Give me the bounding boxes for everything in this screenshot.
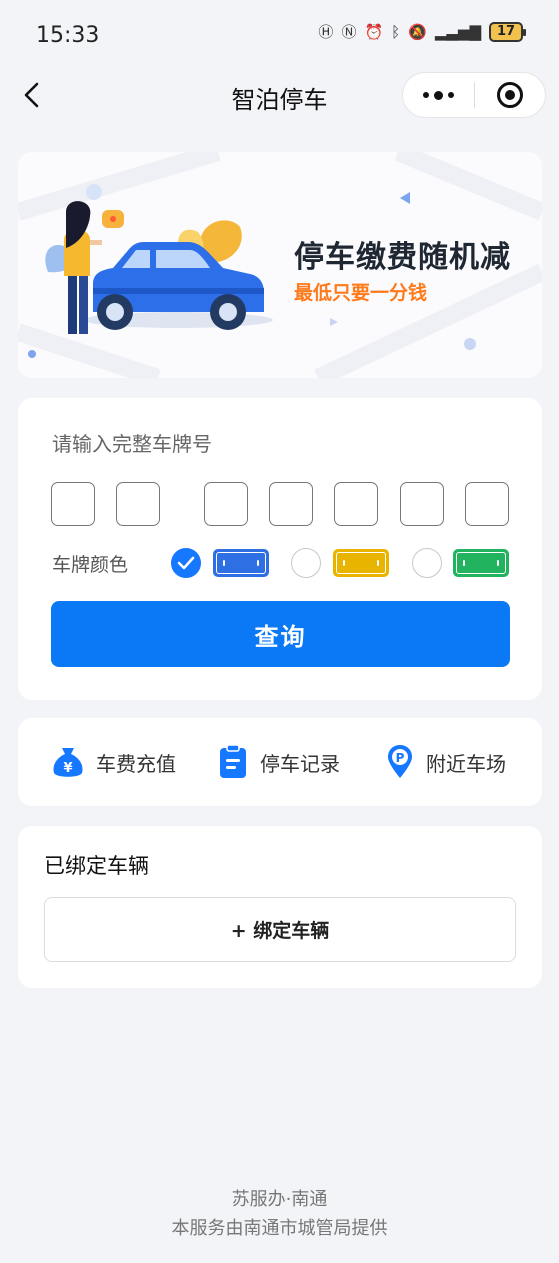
mini-program-capsule — [402, 72, 546, 118]
nav-bar: 智泊停车 — [0, 70, 559, 120]
plate-char-input-3[interactable] — [204, 482, 248, 526]
plate-prompt: 请输入完整车牌号 — [52, 432, 212, 456]
banner-subtitle: 最低只要一分钱 — [294, 282, 428, 304]
bind-vehicle-button[interactable]: + 绑定车辆 — [44, 897, 516, 962]
status-icons: Ⓗ Ⓝ ⏰ ᛒ 🔕 ▂▃▅▇ 17 — [318, 22, 526, 42]
plate-color-radio-yellow[interactable] — [291, 548, 321, 578]
plate-color-radio-green[interactable] — [412, 548, 442, 578]
plate-char-input-1[interactable] — [51, 482, 95, 526]
bluetooth-icon: ᛒ — [391, 22, 401, 41]
action-nearby-parking-label: 附近车场 — [426, 751, 506, 776]
banner-title: 停车缴费随机减 — [294, 240, 511, 275]
mute-icon: 🔕 — [408, 22, 427, 41]
more-button[interactable] — [403, 72, 474, 118]
promo-banner[interactable]: 停车缴费随机减 最低只要一分钱 — [18, 152, 542, 378]
action-parking-records[interactable]: 停车记录 — [218, 744, 340, 780]
more-dot-icon — [433, 90, 443, 100]
clipboard-icon — [220, 744, 246, 778]
battery-icon: 17 — [489, 22, 526, 42]
check-icon — [177, 556, 194, 569]
action-parking-records-label: 停车记录 — [260, 751, 340, 776]
yellow-plate-swatch[interactable] — [333, 549, 389, 577]
plate-char-input-7[interactable] — [465, 482, 509, 526]
action-nearby-parking[interactable]: P 附近车场 — [386, 744, 506, 780]
alarm-icon: ⏰ — [364, 22, 384, 41]
signal-icon: ▂▃▅▇ — [434, 22, 481, 41]
blue-plate-swatch[interactable] — [213, 549, 269, 577]
money-bag-icon: ¥ — [53, 748, 83, 777]
bound-vehicles-title: 已绑定车辆 — [44, 854, 149, 878]
quick-actions-card: ¥ 车费充值 停车记录 P 附近车场 — [18, 718, 542, 806]
plate-char-input-5[interactable] — [334, 482, 378, 526]
action-recharge-label: 车费充值 — [96, 751, 176, 776]
plate-color-label: 车牌颜色 — [52, 554, 129, 576]
plate-color-radio-blue[interactable] — [171, 548, 201, 578]
footer-brand: 苏服办·南通 — [231, 1189, 328, 1210]
query-button[interactable]: 查询 — [51, 601, 510, 667]
footer-provider: 本服务由南通市城管局提供 — [171, 1218, 388, 1239]
green-plate-swatch[interactable] — [453, 549, 509, 577]
plate-query-card: 请输入完整车牌号 车牌颜色 查询 — [18, 398, 542, 700]
plate-char-input-4[interactable] — [269, 482, 313, 526]
bound-vehicles-card: 已绑定车辆 + 绑定车辆 — [18, 826, 542, 988]
status-time: 15:33 — [36, 22, 100, 48]
svg-text:¥: ¥ — [63, 761, 72, 776]
parking-pin-icon: P — [388, 745, 412, 778]
hd-icon: Ⓗ — [318, 22, 334, 41]
status-bar: 15:33 Ⓗ Ⓝ ⏰ ᛒ 🔕 ▂▃▅▇ 17 — [0, 0, 559, 70]
plate-char-input-2[interactable] — [116, 482, 160, 526]
more-dot-icon — [447, 92, 454, 98]
action-recharge[interactable]: ¥ 车费充值 — [52, 744, 176, 780]
close-mini-program-button[interactable] — [475, 72, 546, 118]
plate-char-input-6[interactable] — [400, 482, 444, 526]
target-icon — [496, 82, 523, 108]
more-dot-icon — [422, 92, 429, 98]
nfc-icon: Ⓝ — [341, 22, 357, 41]
svg-text:P: P — [396, 751, 405, 765]
